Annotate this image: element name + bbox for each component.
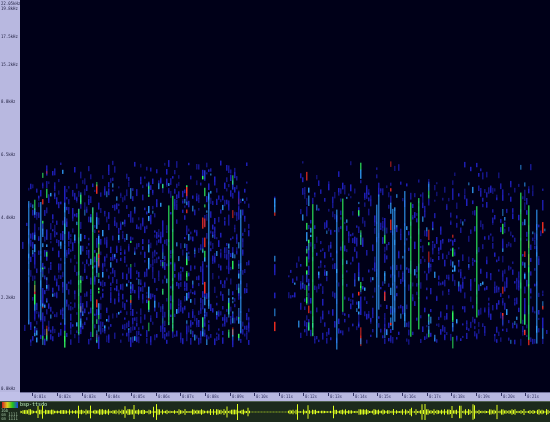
time-tick — [156, 393, 157, 396]
waveform-image — [20, 404, 550, 420]
frequency-ruler[interactable]: 22.05kHz 19.8kHz 17.5kHz 15.2kHz 8.8kHz 6.5… — [0, 0, 21, 392]
time-tick — [476, 393, 477, 396]
time-tick — [377, 393, 378, 396]
time-tick — [451, 393, 452, 396]
time-label: 0:17s — [429, 394, 442, 399]
freq-label: 0.0kHz — [1, 386, 16, 391]
time-label: 0:05s — [133, 394, 146, 399]
time-tick — [254, 393, 255, 396]
time-tick — [525, 393, 526, 396]
time-label: 0:02s — [59, 394, 72, 399]
time-tick — [180, 393, 181, 396]
time-label: 0:19s — [478, 394, 491, 399]
track-info: 16b sm 1111 sm 1111 — [1, 409, 18, 421]
freq-label: 15.2kHz — [1, 62, 18, 67]
time-tick — [106, 393, 107, 396]
freq-label: 8.8kHz — [1, 99, 16, 104]
track-info-line: sm 1111 — [1, 416, 18, 421]
spectrogram-window: 22.05kHz 19.8kHz 17.5kHz 15.2kHz 8.8kHz 6.5… — [0, 0, 550, 422]
time-label: 0:11s — [281, 394, 294, 399]
time-tick — [131, 393, 132, 396]
time-label: 0:07s — [182, 394, 195, 399]
time-tick — [82, 393, 83, 396]
spectrogram-image — [22, 160, 548, 350]
time-label: 0:08s — [207, 394, 220, 399]
time-tick — [230, 393, 231, 396]
ruler-corner — [0, 392, 20, 401]
freq-label: 6.5kHz — [1, 152, 16, 157]
time-tick — [303, 393, 304, 396]
time-tick — [402, 393, 403, 396]
time-label: 0:14s — [355, 394, 368, 399]
freq-top-label: 19.8kHz — [1, 6, 18, 11]
freq-label: 17.5kHz — [1, 34, 18, 39]
time-tick — [328, 393, 329, 396]
time-label: 0:21s — [527, 394, 540, 399]
time-tick — [57, 393, 58, 396]
time-tick — [279, 393, 280, 396]
time-label: 0:16s — [404, 394, 417, 399]
time-label: 0:04s — [108, 394, 121, 399]
freq-label: 2.2kHz — [1, 295, 16, 300]
time-label: 0:20s — [503, 394, 516, 399]
time-label: 0:10s — [256, 394, 269, 399]
time-label: 0:06s — [158, 394, 171, 399]
time-label: 0:15s — [379, 394, 392, 399]
time-label: 0:13s — [330, 394, 343, 399]
time-label: 0:01s — [34, 394, 47, 399]
time-label: 0:03s — [84, 394, 97, 399]
time-label: 0:12s — [305, 394, 318, 399]
time-tick — [205, 393, 206, 396]
time-tick — [501, 393, 502, 396]
waveform-strip[interactable]: bsp-ttsdo 16b sm 1111 sm 1111 — [0, 401, 550, 422]
time-label: 0:09s — [232, 394, 245, 399]
time-tick — [427, 393, 428, 396]
time-label: 0:18s — [453, 394, 466, 399]
time-tick — [353, 393, 354, 396]
spectrogram-canvas[interactable] — [20, 0, 550, 392]
freq-label: 4.4kHz — [1, 215, 16, 220]
time-tick — [32, 393, 33, 396]
